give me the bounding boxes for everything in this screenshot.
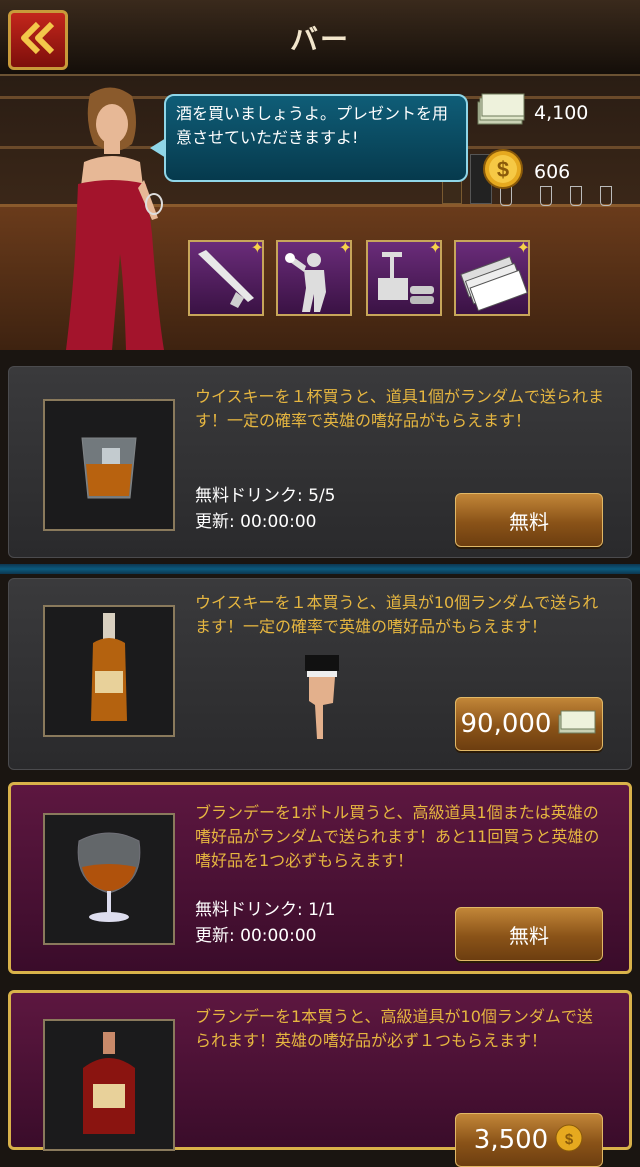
free-drink-count: 無料ドリンク: 1/1 — [195, 900, 336, 920]
brandy-bottle-icon — [69, 1028, 149, 1142]
puzzle-icon: ✦ — [428, 238, 442, 257]
gold-coin-icon: $ — [482, 148, 524, 195]
whisky-bottle-icon — [79, 609, 139, 733]
offer-description: ブランデーを1本買うと、高級道具が10個ランダムで送られます！英雄の嗜好品が必ず… — [195, 1007, 593, 1050]
svg-text:$: $ — [497, 157, 509, 182]
refresh-timer: 更新: 00:00:00 — [195, 926, 317, 946]
price-label: 90,000 — [460, 709, 552, 739]
offer-description: ウイスキーを１本買うと、道具が10個ランダムで送られます！一定の確率で英雄の嗜好… — [195, 593, 599, 636]
puzzle-icon: ✦ — [516, 238, 530, 257]
refresh-timer: 更新: 00:00:00 — [195, 512, 317, 532]
brandy-bottle-thumb — [43, 1019, 175, 1151]
button-label: 無料 — [509, 509, 549, 534]
cash-icon — [476, 92, 526, 133]
buy-bottle-button[interactable]: 90,000 — [455, 697, 603, 751]
price-label: 3,500 — [473, 1125, 549, 1155]
cash-icon — [557, 707, 597, 742]
buy-bottle-button[interactable]: 3,500 $ — [455, 1113, 603, 1167]
section-divider — [0, 564, 640, 574]
whisky-glass-thumb — [43, 399, 175, 531]
cash-stack-icon — [456, 255, 528, 318]
gold-resource: $ 606 — [482, 148, 570, 195]
gold-amount: 606 — [534, 160, 571, 183]
detonator-icon — [368, 252, 440, 318]
puzzle-icon: ✦ — [338, 238, 352, 257]
page-title: バー — [289, 23, 350, 56]
cash-amount: 4,100 — [534, 101, 589, 124]
button-label: 無料 — [509, 923, 549, 948]
offer-card-brandy-glass: ブランデーを1ボトル買うと、高級道具1個または英雄の嗜好品がランダムで送られます… — [8, 782, 632, 974]
shotgun-icon — [190, 250, 262, 318]
offer-card-whisky-bottle: ウイスキーを１本買うと、道具が10個ランダムで送られます！一定の確率で英雄の嗜好… — [8, 578, 632, 770]
brandy-glass-icon — [69, 827, 149, 931]
reward-item-detonator[interactable]: ✦ — [366, 238, 442, 318]
svg-text:$: $ — [565, 1131, 574, 1148]
pointing-hand-icon — [297, 655, 347, 749]
offer-description: ブランデーを1ボトル買うと、高級道具1個または英雄の嗜好品がランダムで送られます… — [195, 803, 600, 870]
reward-item-shotgun[interactable]: ✦ — [188, 238, 264, 318]
puzzle-icon: ✦ — [250, 238, 264, 257]
free-drink-button[interactable]: 無料 — [455, 493, 603, 547]
offer-description: ウイスキーを１杯買うと、道具1個がランダムで送られます！一定の確率で英雄の嗜好品… — [195, 387, 605, 430]
speech-bubble: 酒を買いましょうよ。プレゼントを用意させていただきますよ! — [164, 94, 468, 182]
boxer-icon — [278, 253, 350, 318]
brandy-glass-thumb — [43, 813, 175, 945]
free-drink-count: 無料ドリンク: 5/5 — [195, 486, 336, 506]
cash-resource: 4,100 — [476, 92, 588, 133]
whisky-bottle-thumb — [43, 605, 175, 737]
free-drink-button[interactable]: 無料 — [455, 907, 603, 961]
gold-coin-icon: $ — [554, 1123, 584, 1158]
reward-item-cash-stack[interactable]: ✦ — [454, 238, 530, 318]
whisky-glass-icon — [64, 418, 154, 512]
reward-item-boxer[interactable]: ✦ — [276, 238, 352, 318]
offer-card-brandy-bottle: ブランデーを1本買うと、高級道具が10個ランダムで送られます！英雄の嗜好品が必ず… — [8, 990, 632, 1167]
offer-card-whisky-glass: ウイスキーを１杯買うと、道具1個がランダムで送られます！一定の確率で英雄の嗜好品… — [8, 366, 632, 558]
